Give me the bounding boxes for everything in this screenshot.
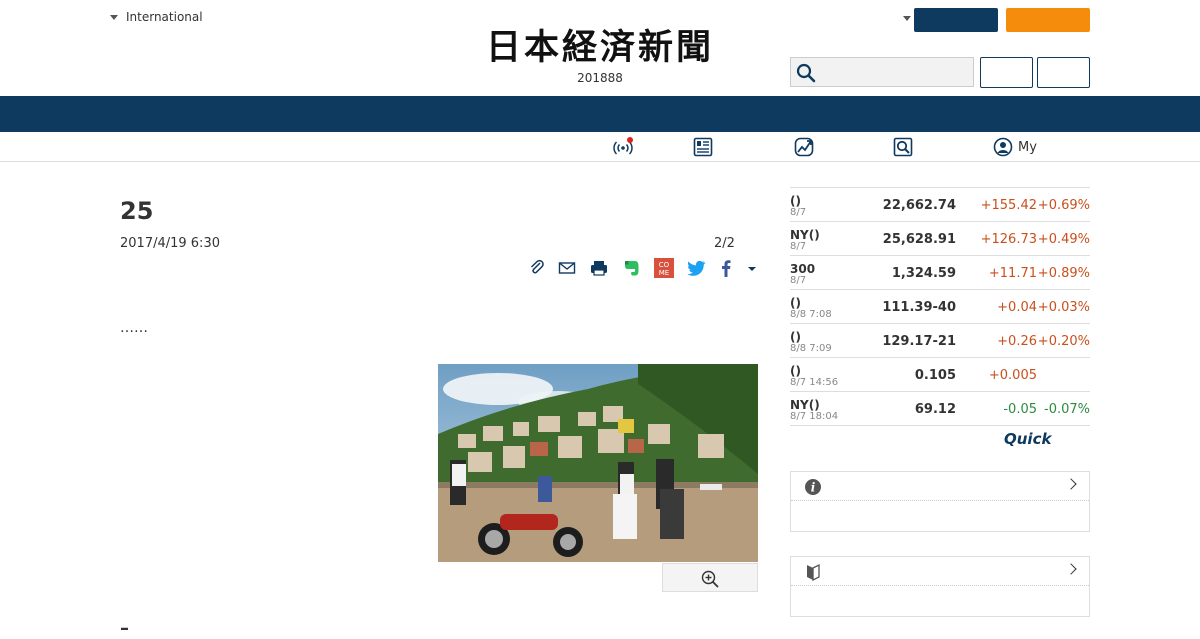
chevron-right-icon — [1065, 563, 1077, 575]
market-change: +0.26 — [997, 334, 1037, 349]
svg-text:ME: ME — [659, 269, 669, 277]
clip-icon[interactable] — [527, 258, 547, 278]
twitter-icon[interactable] — [686, 258, 706, 278]
market-row[interactable]: 300 8/7 1,324.59 +11.71 +0.89% — [790, 256, 1090, 290]
info-panel: i — [790, 471, 1090, 532]
market-percent: +0.03% — [1037, 300, 1090, 315]
svg-text:i: i — [811, 481, 816, 495]
zoom-in-icon — [701, 570, 719, 588]
quick-logo[interactable]: Quick — [1004, 430, 1051, 448]
market-value: 69.12 — [914, 402, 956, 417]
search-input[interactable] — [790, 57, 974, 87]
market-row[interactable]: () 8/7 14:56 0.105 +0.005 — [790, 358, 1090, 392]
language-label: International — [126, 10, 203, 24]
market-percent: -0.07% — [1044, 402, 1090, 417]
market-time: 8/8 7:09 — [790, 343, 832, 354]
market-change: +11.71 — [988, 266, 1037, 281]
article-title: 25 — [120, 197, 154, 225]
market-time: 8/7 — [790, 241, 807, 252]
market-row[interactable]: () 8/7 22,662.74 +155.42 +0.69% — [790, 188, 1090, 222]
header-button-1[interactable] — [980, 57, 1033, 88]
market-name: NY() — [790, 398, 820, 412]
market-row[interactable]: NY() 8/7 18:04 69.12 -0.05 -0.07% — [790, 392, 1090, 426]
market-name: () — [790, 330, 801, 344]
market-row[interactable]: NY() 8/7 25,628.91 +126.73 +0.49% — [790, 222, 1090, 256]
market-name: 300 — [790, 262, 816, 276]
market-name: NY() — [790, 228, 820, 242]
market-name: () — [790, 194, 801, 208]
chart-icon[interactable] — [794, 137, 814, 157]
mail-icon[interactable] — [557, 258, 577, 278]
account-dropdown-icon[interactable] — [903, 16, 911, 21]
market-value: 1,324.59 — [891, 266, 956, 281]
logo-subtext: 201888 — [577, 71, 623, 85]
beginner-panel-header[interactable] — [791, 557, 1089, 586]
market-time: 8/7 — [790, 207, 807, 218]
info-icon: i — [805, 479, 821, 495]
market-time: 8/7 — [790, 275, 807, 286]
facebook-icon[interactable] — [716, 258, 736, 278]
market-value: 111.39-40 — [882, 300, 956, 315]
info-panel-header[interactable]: i — [791, 472, 1089, 501]
market-name: () — [790, 296, 801, 310]
market-value: 0.105 — [914, 368, 956, 383]
market-table: () 8/7 22,662.74 +155.42 +0.69% NY() 8/7… — [790, 187, 1090, 426]
login-button[interactable] — [914, 8, 998, 32]
market-value: 25,628.91 — [882, 232, 956, 247]
language-selector[interactable]: International — [110, 10, 203, 24]
search-icon — [796, 63, 816, 83]
market-percent: +0.89% — [1037, 266, 1090, 281]
my-nav-label[interactable]: My — [1018, 140, 1037, 155]
market-percent: +0.20% — [1037, 334, 1090, 349]
section-heading: – — [120, 618, 129, 639]
search-icon[interactable] — [893, 137, 913, 157]
article-body: …… — [120, 320, 148, 336]
print-icon[interactable] — [589, 258, 609, 278]
article-date: 2017/4/19 6:30 — [120, 236, 220, 251]
market-change: +155.42 — [980, 198, 1037, 213]
subscribe-button[interactable] — [1006, 8, 1090, 32]
market-change: +0.005 — [988, 368, 1037, 383]
newspaper-icon[interactable] — [693, 137, 713, 157]
market-percent: +0.49% — [1037, 232, 1090, 247]
market-time: 8/7 18:04 — [790, 411, 839, 422]
market-time: 8/8 7:08 — [790, 309, 832, 320]
site-logo[interactable]: 日本経済新聞 — [452, 28, 748, 68]
article-photo-graphic — [438, 364, 758, 562]
market-value: 129.17-21 — [882, 334, 956, 349]
come-icon[interactable]: CO ME — [654, 258, 674, 278]
article-page-indicator: 2/2 — [714, 236, 735, 251]
market-name: () — [790, 364, 801, 378]
svg-text:CO: CO — [659, 261, 670, 269]
market-value: 22,662.74 — [882, 198, 956, 213]
market-change: -0.05 — [1003, 402, 1037, 417]
article-photo[interactable] — [438, 364, 758, 562]
market-row[interactable]: () 8/8 7:09 129.17-21 +0.26 +0.20% — [790, 324, 1090, 358]
broadcast-icon[interactable] — [613, 137, 633, 157]
chevron-right-icon — [1065, 478, 1077, 490]
zoom-image-button[interactable] — [662, 563, 758, 592]
market-change: +126.73 — [980, 232, 1037, 247]
market-percent: +0.69% — [1037, 198, 1090, 213]
beginner-icon — [807, 563, 820, 581]
market-change: +0.04 — [997, 300, 1037, 315]
main-nav-bar — [0, 96, 1200, 132]
evernote-icon[interactable] — [622, 258, 642, 278]
user-icon[interactable] — [993, 137, 1013, 157]
header-button-2[interactable] — [1037, 57, 1090, 88]
market-time: 8/7 14:56 — [790, 377, 839, 388]
caret-down-icon — [110, 14, 118, 20]
dropdown-icon[interactable] — [742, 258, 762, 278]
market-row[interactable]: () 8/8 7:08 111.39-40 +0.04 +0.03% — [790, 290, 1090, 324]
beginner-panel — [790, 556, 1090, 617]
